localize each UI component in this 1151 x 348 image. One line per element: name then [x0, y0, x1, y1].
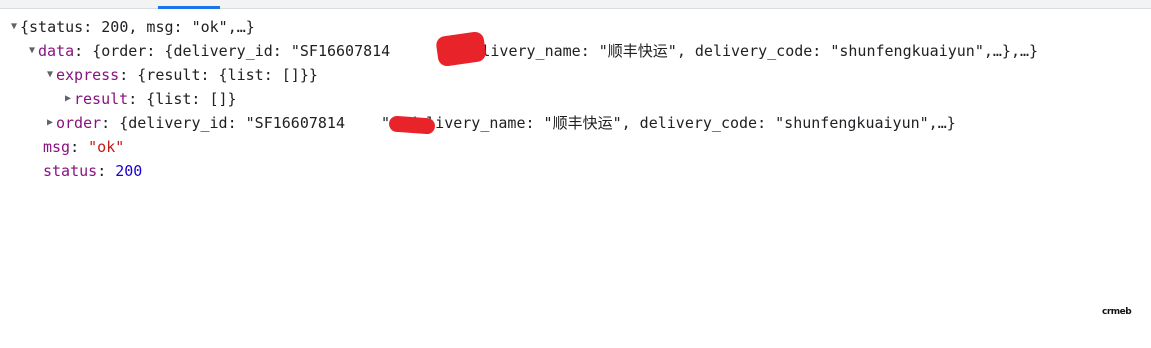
msg-key: msg: [43, 138, 71, 156]
tree-row-root[interactable]: ▼ {status: 200, msg: "ok",…}: [8, 15, 255, 39]
tree-row-status[interactable]: status: 200: [43, 159, 142, 183]
tree-row-express[interactable]: ▼ express: {result: {list: []}}: [44, 63, 318, 87]
tree-row-order[interactable]: ▶ order: {delivery_id: "SF16607814 ", deli…: [44, 111, 956, 135]
status-value: 200: [115, 162, 143, 180]
result-summary: {list: []}: [146, 90, 237, 108]
triangle-right-icon[interactable]: ▶: [44, 111, 56, 135]
active-tab-indicator: [158, 6, 220, 9]
msg-value: "ok": [88, 138, 125, 156]
triangle-down-icon[interactable]: ▼: [44, 63, 56, 87]
data-key: data: [38, 42, 75, 60]
order-summary-tail: ", delivery_name: "顺丰快运", delivery_code:…: [381, 114, 956, 132]
express-key: express: [56, 66, 120, 84]
order-key: order: [56, 114, 102, 132]
express-summary: {result: {list: []}}: [137, 66, 318, 84]
triangle-down-icon[interactable]: ▼: [8, 15, 20, 39]
data-summary: {order: {delivery_id: "SF16607814: [92, 42, 391, 60]
tree-row-msg[interactable]: msg: "ok": [43, 135, 124, 159]
order-summary: {delivery_id: "SF16607814: [119, 114, 345, 132]
tree-row-result[interactable]: ▶ result: {list: []}: [62, 87, 237, 111]
data-summary-tail: ", delivery_name: "顺丰快运", delivery_code:…: [436, 42, 1039, 60]
redaction-mark: [388, 115, 436, 135]
result-key: result: [74, 90, 129, 108]
tree-row-data[interactable]: ▼ data: {order: {delivery_id: "SF16607814…: [26, 39, 1038, 63]
triangle-right-icon[interactable]: ▶: [62, 87, 74, 111]
root-summary: {status: 200, msg: "ok",…}: [20, 18, 255, 36]
status-key: status: [43, 162, 98, 180]
devtools-tab-strip: [0, 0, 1151, 9]
triangle-down-icon[interactable]: ▼: [26, 39, 38, 63]
crmeb-logo: crmeb: [1102, 307, 1132, 317]
